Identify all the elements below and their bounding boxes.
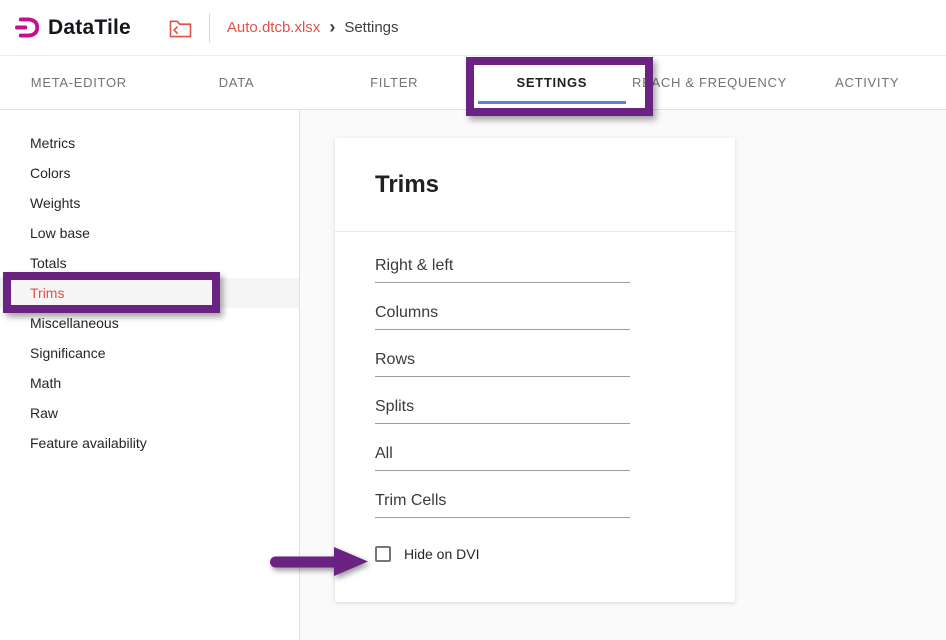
- tab-bar: META-EDITOR DATA FILTER SETTINGS REACH &…: [0, 56, 946, 110]
- card-header: Trims: [335, 138, 735, 232]
- sidebar-item-raw[interactable]: Raw: [0, 398, 299, 428]
- app-window: DataTile Auto.dtcb.xlsx › Settings META-…: [0, 0, 946, 640]
- field-columns[interactable]: Columns: [375, 283, 630, 330]
- hide-on-dvi-row: Hide on DVI: [375, 546, 735, 562]
- sidebar-item-metrics[interactable]: Metrics: [0, 128, 299, 158]
- hide-on-dvi-checkbox[interactable]: [375, 546, 391, 562]
- field-splits[interactable]: Splits: [375, 377, 630, 424]
- sidebar-item-feature-availability[interactable]: Feature availability: [0, 428, 299, 458]
- tab-meta-editor[interactable]: META-EDITOR: [0, 56, 158, 109]
- sidebar-item-colors[interactable]: Colors: [0, 158, 299, 188]
- app-header: DataTile Auto.dtcb.xlsx › Settings: [0, 0, 946, 56]
- tab-data[interactable]: DATA: [158, 56, 316, 109]
- breadcrumb: Auto.dtcb.xlsx › Settings: [227, 19, 399, 36]
- settings-panel: Trims Right & left Columns Rows Splits A…: [300, 110, 946, 640]
- sidebar-item-low-base[interactable]: Low base: [0, 218, 299, 248]
- sidebar-item-trims[interactable]: Trims: [0, 278, 299, 308]
- field-all[interactable]: All: [375, 424, 630, 471]
- tab-label: META-EDITOR: [31, 75, 127, 90]
- tab-reach-frequency[interactable]: REACH & FREQUENCY: [631, 56, 789, 109]
- tab-label: SETTINGS: [517, 75, 588, 90]
- open-folder-icon[interactable]: [169, 18, 192, 38]
- field-right-and-left[interactable]: Right & left: [375, 236, 630, 283]
- tab-settings[interactable]: SETTINGS: [473, 56, 631, 109]
- sidebar-item-miscellaneous[interactable]: Miscellaneous: [0, 308, 299, 338]
- logo-text: DataTile: [48, 16, 131, 40]
- breadcrumb-current-page: Settings: [344, 19, 398, 36]
- active-tab-indicator: [478, 101, 626, 104]
- header-divider: [209, 13, 210, 43]
- hide-on-dvi-label[interactable]: Hide on DVI: [404, 546, 479, 562]
- tab-label: FILTER: [370, 75, 418, 90]
- field-rows[interactable]: Rows: [375, 330, 630, 377]
- logo[interactable]: DataTile: [14, 14, 131, 41]
- tab-filter[interactable]: FILTER: [315, 56, 473, 109]
- breadcrumb-file-link[interactable]: Auto.dtcb.xlsx: [227, 19, 320, 36]
- chevron-right-icon: ›: [329, 18, 335, 36]
- trims-card: Trims Right & left Columns Rows Splits A…: [335, 138, 735, 602]
- trims-fields: Right & left Columns Rows Splits All Tri…: [335, 232, 735, 562]
- tab-label: DATA: [219, 75, 255, 90]
- card-title: Trims: [375, 171, 735, 199]
- sidebar-item-weights[interactable]: Weights: [0, 188, 299, 218]
- tab-label: REACH & FREQUENCY: [632, 75, 787, 90]
- datatile-logo-icon: [14, 14, 41, 41]
- field-trim-cells[interactable]: Trim Cells: [375, 471, 630, 518]
- settings-sidebar: Metrics Colors Weights Low base Totals T…: [0, 110, 300, 640]
- tab-label: ACTIVITY: [835, 75, 899, 90]
- sidebar-item-math[interactable]: Math: [0, 368, 299, 398]
- sidebar-item-significance[interactable]: Significance: [0, 338, 299, 368]
- sidebar-item-totals[interactable]: Totals: [0, 248, 299, 278]
- tab-activity[interactable]: ACTIVITY: [788, 56, 946, 109]
